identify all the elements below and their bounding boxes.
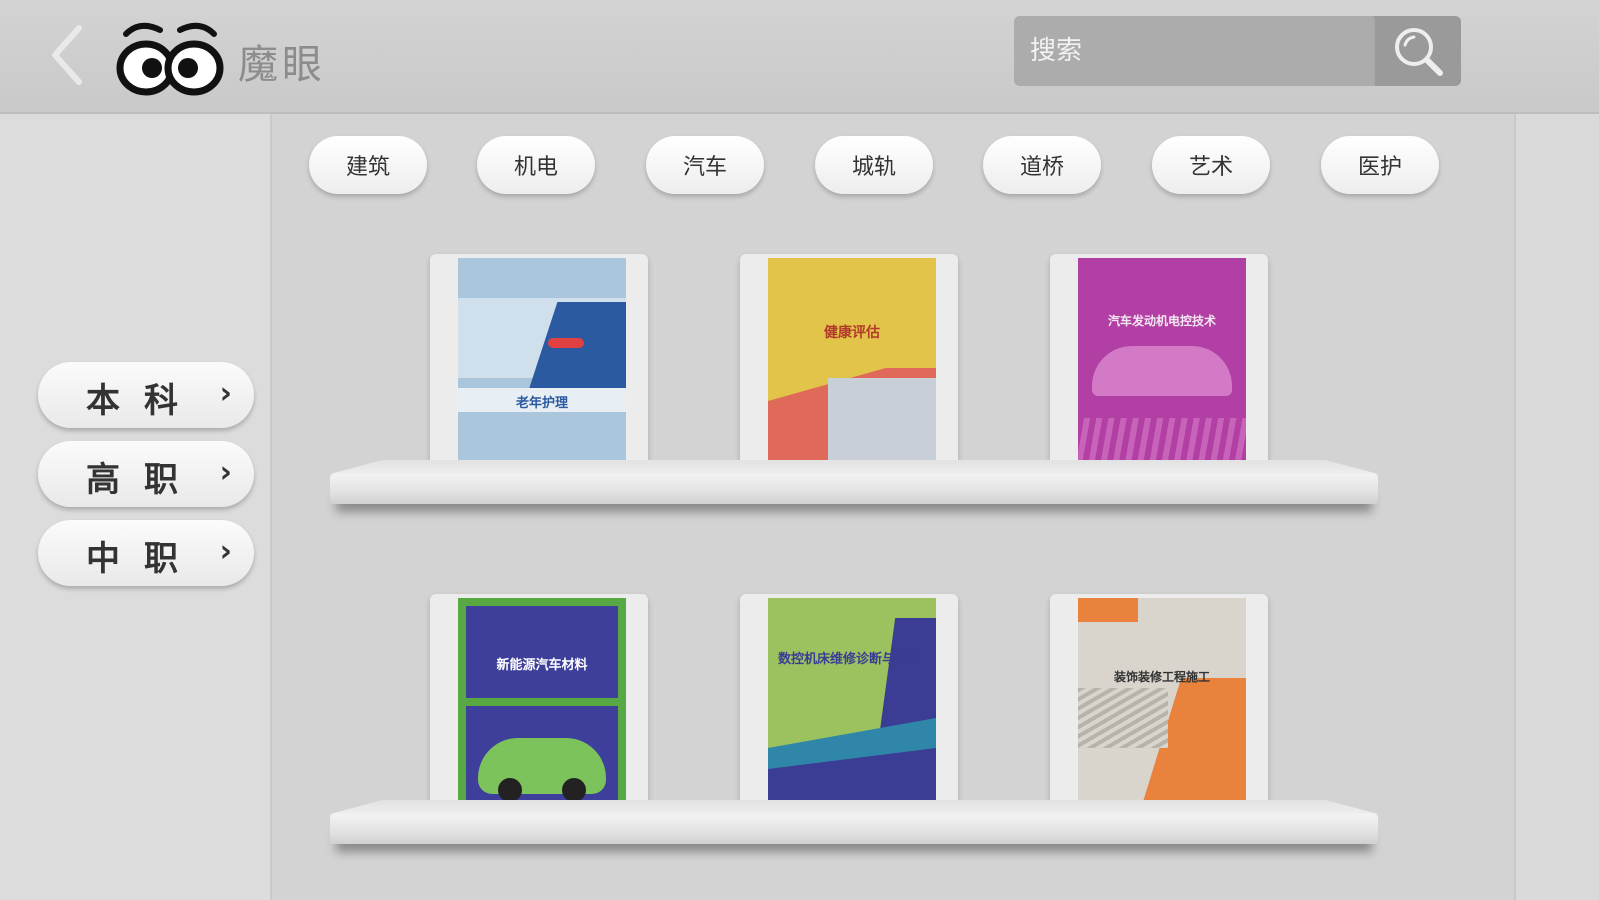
- bookshelf-area: 建筑 机电 汽车 城轨 道桥 艺术 医护 老年护理 健康评估 汽车发动机电控技术: [272, 114, 1514, 900]
- level-button-undergraduate[interactable]: 本科 ›: [38, 362, 254, 428]
- book-cover: 装饰装修工程施工: [1078, 598, 1246, 818]
- category-pill[interactable]: 道桥: [983, 136, 1101, 194]
- book-cover: 数控机床维修诊断与维修: [768, 598, 936, 818]
- chevron-right-icon: ›: [219, 376, 232, 411]
- book-cover: 老年护理: [458, 258, 626, 478]
- search-box: [1014, 16, 1461, 86]
- level-button-secondary-vocational[interactable]: 中职 ›: [38, 520, 254, 586]
- level-label: 高职: [86, 460, 202, 500]
- eyes-logo-icon: [116, 22, 224, 96]
- bookshelf: [330, 800, 1378, 844]
- book-cover-title: 数控机床维修诊断与维修: [778, 652, 922, 667]
- bookshelf: [330, 460, 1378, 504]
- book-cover: 汽车发动机电控技术: [1078, 258, 1246, 478]
- search-icon: [1395, 28, 1443, 76]
- category-pill[interactable]: 机电: [477, 136, 595, 194]
- category-pill[interactable]: 城轨: [815, 136, 933, 194]
- category-pill[interactable]: 医护: [1321, 136, 1439, 194]
- level-label: 中职: [86, 539, 202, 579]
- book-cover: 健康评估: [768, 258, 936, 478]
- level-label: 本科: [86, 381, 202, 421]
- book-cover-title: 新能源汽车材料: [496, 658, 588, 673]
- app-title: 魔眼: [238, 42, 326, 88]
- category-pill[interactable]: 建筑: [309, 136, 427, 194]
- search-button[interactable]: [1375, 16, 1461, 86]
- right-edge-panel: [1514, 114, 1599, 900]
- book-card[interactable]: 老年护理: [430, 254, 648, 482]
- top-bar: 魔眼: [0, 0, 1599, 114]
- book-card[interactable]: 健康评估: [740, 254, 958, 482]
- level-button-higher-vocational[interactable]: 高职 ›: [38, 441, 254, 507]
- book-card[interactable]: 新能源汽车材料: [430, 594, 648, 822]
- book-cover-title: 健康评估: [824, 325, 880, 341]
- book-card[interactable]: 汽车发动机电控技术: [1050, 254, 1268, 482]
- category-pill[interactable]: 艺术: [1152, 136, 1270, 194]
- search-input[interactable]: [1014, 16, 1373, 86]
- level-sidebar: 本科 › 高职 › 中职 ›: [0, 114, 272, 900]
- book-cover-title: 老年护理: [515, 396, 568, 411]
- back-button[interactable]: [40, 22, 92, 88]
- chevron-right-icon: ›: [219, 455, 232, 490]
- category-pill[interactable]: 汽车: [646, 136, 764, 194]
- book-cover-title: 汽车发动机电控技术: [1107, 314, 1216, 328]
- chevron-left-icon: [52, 25, 82, 85]
- chevron-right-icon: ›: [219, 534, 232, 569]
- book-cover-title: 装饰装修工程施工: [1113, 670, 1210, 684]
- book-cover: 新能源汽车材料: [458, 598, 626, 818]
- book-card[interactable]: 数控机床维修诊断与维修: [740, 594, 958, 822]
- book-card[interactable]: 装饰装修工程施工: [1050, 594, 1268, 822]
